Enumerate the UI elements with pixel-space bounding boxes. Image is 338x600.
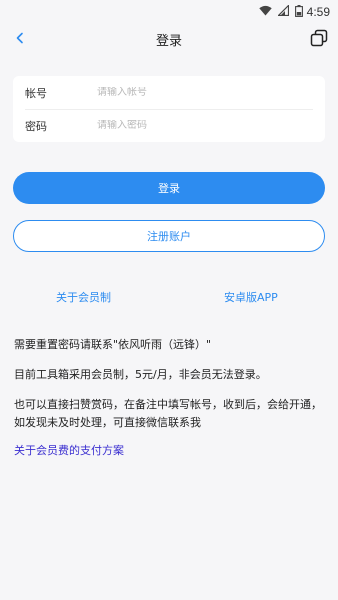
- window-toggle-button[interactable]: [308, 27, 330, 49]
- wifi-icon: [258, 5, 272, 19]
- reset-password-notice: 需要重置密码请联系"依风听雨（远锋）": [14, 338, 212, 351]
- password-row: 密码: [25, 109, 313, 142]
- android-app-link[interactable]: 安卓版APP: [224, 289, 278, 305]
- password-label: 密码: [25, 119, 47, 133]
- password-input[interactable]: [97, 120, 313, 131]
- payment-info-notice: 也可以直接扫赞赏码，在备注中填写帐号，收到后，会给开通，如发现未及时处理，可直接…: [14, 398, 322, 429]
- window-toggle-icon: [310, 29, 328, 47]
- status-icons: [258, 4, 303, 20]
- register-button[interactable]: 注册账户: [13, 220, 325, 252]
- account-row: 帐号: [25, 76, 313, 110]
- battery-icon: [294, 4, 303, 20]
- login-form-card: 帐号 密码: [13, 76, 325, 142]
- login-button[interactable]: 登录: [13, 172, 325, 204]
- status-bar: 4:59: [0, 0, 338, 24]
- fee-payment-link[interactable]: 关于会员费的支付方案: [14, 442, 124, 458]
- account-input[interactable]: [97, 87, 313, 98]
- signal-icon: [276, 4, 289, 19]
- membership-info-notice: 目前工具箱采用会员制，5元/月，非会员无法登录。: [14, 368, 267, 381]
- about-membership-link[interactable]: 关于会员制: [56, 289, 111, 305]
- page-title: 登录: [155, 34, 182, 49]
- account-label: 帐号: [25, 86, 47, 100]
- top-bar: 登录: [0, 24, 338, 52]
- status-time: 4:59: [306, 5, 330, 19]
